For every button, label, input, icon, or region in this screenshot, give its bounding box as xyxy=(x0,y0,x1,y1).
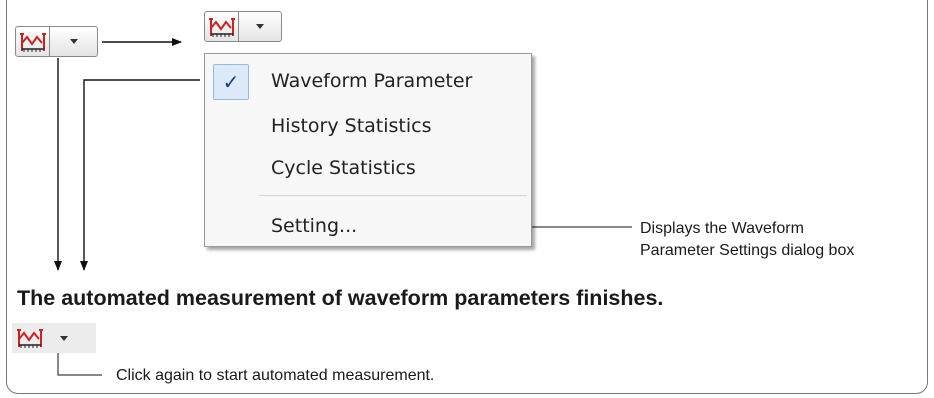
chevron-down-icon[interactable] xyxy=(60,335,68,341)
waveform-parameter-icon[interactable] xyxy=(16,27,50,56)
dropdown-toggle[interactable] xyxy=(239,12,281,41)
arrow-menu-to-finish xyxy=(80,79,200,271)
check-icon: ✓ xyxy=(213,64,249,100)
waveform-parameter-icon[interactable] xyxy=(205,12,239,41)
setting-note-line1: Displays the Waveform xyxy=(640,220,804,237)
menu-item-waveform-parameter[interactable]: Waveform Parameter xyxy=(271,70,472,92)
finish-heading: The automated measurement of waveform pa… xyxy=(17,286,664,310)
waveform-parameter-icon[interactable] xyxy=(16,325,44,351)
chevron-down-icon xyxy=(256,24,264,29)
setting-note: Displays the Waveform Parameter Settings… xyxy=(640,218,854,262)
measure-toolbar-button[interactable] xyxy=(15,26,98,57)
click-again-note: Click again to start automated measureme… xyxy=(116,367,435,384)
menu-item-cycle-statistics[interactable]: Cycle Statistics xyxy=(271,157,416,179)
menu-separator xyxy=(259,195,527,196)
menu-item-history-statistics[interactable]: History Statistics xyxy=(271,115,432,137)
measure-toolbar-button-idle[interactable] xyxy=(12,323,96,353)
measure-toolbar-button-open[interactable] xyxy=(204,11,282,42)
setting-note-line2: Parameter Settings dialog box xyxy=(640,242,855,259)
menu-item-setting[interactable]: Setting... xyxy=(271,215,357,237)
dropdown-toggle[interactable] xyxy=(50,27,97,56)
click-again-callout-line xyxy=(57,350,102,376)
chevron-down-icon xyxy=(69,39,78,44)
measurement-mode-menu: ✓ Waveform Parameter History Statistics … xyxy=(204,53,532,247)
